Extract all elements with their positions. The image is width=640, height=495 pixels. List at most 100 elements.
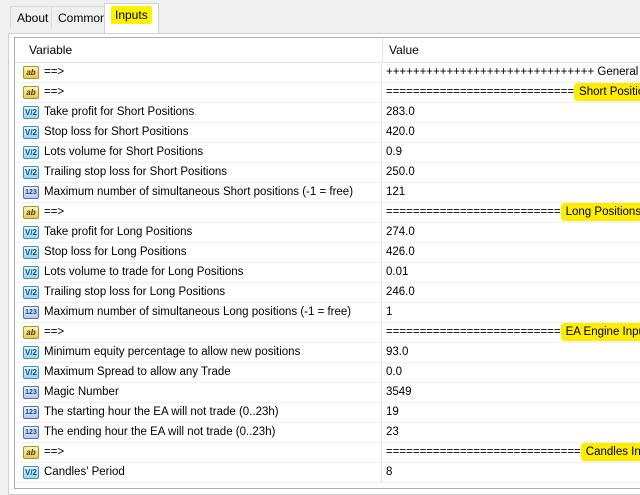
value-cell[interactable]: 0.0: [386, 366, 402, 378]
highlighted-section-label: EA Engine Inputs =: [560, 323, 640, 341]
double-type-icon: V/2: [23, 346, 39, 359]
variable-name: Trailing stop loss for Long Positions: [44, 286, 226, 298]
tab-inputs[interactable]: Inputs: [104, 3, 159, 34]
value-text: 8: [386, 466, 393, 478]
value-cell[interactable]: 121: [386, 186, 405, 198]
variable-cell: V/2 Stop loss for Short Positions: [15, 123, 382, 143]
highlighted-section-label: Candles Indicator: [580, 443, 640, 461]
table-row[interactable]: V/2 Stop loss for Long Positions 426.0: [15, 243, 640, 263]
table-row[interactable]: ab ==> ============================ Short P…: [15, 83, 640, 103]
double-type-icon: V/2: [23, 106, 39, 119]
tab-strip: About Common Inputs: [0, 0, 640, 34]
column-header-variable[interactable]: Variable: [29, 43, 72, 57]
value-text: 274.0: [386, 226, 415, 238]
value-cell[interactable]: 420.0: [386, 126, 415, 138]
value-cell[interactable]: 8: [386, 466, 392, 478]
variable-cell: 123 Magic Number: [15, 383, 382, 403]
variable-name: Magic Number: [44, 386, 119, 398]
variable-cell: ab ==>: [15, 323, 382, 343]
table-row[interactable]: V/2 Stop loss for Short Positions 420.0: [15, 123, 640, 143]
value-text: 121: [386, 186, 406, 198]
value-cell[interactable]: +++++++++++++++++++++++++++++++ General …: [386, 66, 640, 78]
column-separator[interactable]: [382, 38, 383, 62]
variable-cell: V/2 Trailing stop loss for Long Positions: [15, 283, 382, 303]
integer-type-icon: 123: [23, 406, 39, 419]
table-row[interactable]: ab ==> ========================== Long Posi…: [15, 203, 640, 223]
value-cell[interactable]: ============================ Short Positi…: [386, 83, 640, 101]
value-text: 3549: [386, 386, 412, 398]
value-text: 426.0: [386, 246, 415, 258]
tab-about[interactable]: About: [10, 6, 56, 28]
string-type-icon: ab: [23, 326, 39, 339]
table-row[interactable]: V/2 Take profit for Short Positions 283.0: [15, 103, 640, 123]
table-row[interactable]: ab ==> ============================= Candle…: [15, 443, 640, 463]
value-text: 23: [386, 426, 399, 438]
value-text: 250.0: [386, 166, 415, 178]
variable-name: ==>: [44, 206, 65, 218]
value-cell[interactable]: =============================Candles Ind…: [386, 443, 640, 461]
variable-cell: 123 The starting hour the EA will not tra…: [15, 403, 382, 423]
double-type-icon: V/2: [23, 246, 39, 259]
value-text: 0.01: [386, 266, 409, 278]
variable-cell: V/2 Minimum equity percentage to allow ne…: [15, 343, 382, 363]
value-text: =============================: [386, 446, 581, 458]
value-cell[interactable]: 246.0: [386, 286, 415, 298]
table-row[interactable]: 123 The starting hour the EA will not tra…: [15, 403, 640, 423]
variable-cell: V/2 Maximum Spread to allow any Trade: [15, 363, 382, 383]
variable-cell: V/2 Trailing stop loss for Short Position…: [15, 163, 382, 183]
value-cell[interactable]: ========================== Long Positions…: [386, 203, 640, 221]
variable-name: Take profit for Long Positions: [44, 226, 193, 238]
variable-name: Take profit for Short Positions: [44, 106, 195, 118]
value-cell[interactable]: ==========================EA Engine Inpu…: [386, 323, 640, 341]
value-cell[interactable]: 0.01: [386, 266, 408, 278]
value-cell[interactable]: 1: [386, 306, 392, 318]
double-type-icon: V/2: [23, 286, 39, 299]
table-row[interactable]: 123 The ending hour the EA will not trade…: [15, 423, 640, 443]
value-cell[interactable]: 19: [386, 406, 399, 418]
variable-name: ==>: [44, 446, 65, 458]
value-text: 0.9: [386, 146, 402, 158]
value-text: 420.0: [386, 126, 415, 138]
value-text: 0.0: [386, 366, 402, 378]
value-cell[interactable]: 23: [386, 426, 399, 438]
table-row[interactable]: V/2 Candles' Period 8: [15, 463, 640, 483]
integer-type-icon: 123: [23, 306, 39, 319]
value-cell[interactable]: 3549: [386, 386, 412, 398]
table-row[interactable]: V/2 Lots volume to trade for Long Positio…: [15, 263, 640, 283]
variable-name: ==>: [44, 326, 65, 338]
variable-cell: V/2 Candles' Period: [15, 463, 382, 483]
table-row[interactable]: V/2 Lots volume for Short Positions 0.9: [15, 143, 640, 163]
table-row[interactable]: 123 Maximum number of simultaneous Short …: [15, 183, 640, 203]
variable-cell: ab ==>: [15, 203, 382, 223]
tab-inputs-label: Inputs: [111, 6, 152, 24]
variable-name: ==>: [44, 86, 65, 98]
variable-cell: V/2 Lots volume to trade for Long Positio…: [15, 263, 382, 283]
table-row[interactable]: ab ==> ========================== EA Engine…: [15, 323, 640, 343]
double-type-icon: V/2: [23, 226, 39, 239]
double-type-icon: V/2: [23, 166, 39, 179]
double-type-icon: V/2: [23, 266, 39, 279]
value-cell[interactable]: 93.0: [386, 346, 408, 358]
highlighted-section-label: Short Positions Inpu: [574, 83, 640, 101]
table-row[interactable]: 123 Maximum number of simultaneous Long p…: [15, 303, 640, 323]
table-row[interactable]: 123 Magic Number 3549: [15, 383, 640, 403]
table-row[interactable]: V/2 Maximum Spread to allow any Trade 0.0: [15, 363, 640, 383]
variable-cell: V/2 Lots volume for Short Positions: [15, 143, 382, 163]
value-text: 19: [386, 406, 399, 418]
column-header-value[interactable]: Value: [389, 43, 419, 57]
value-cell[interactable]: 283.0: [386, 106, 415, 118]
table-row[interactable]: V/2 Minimum equity percentage to allow ne…: [15, 343, 640, 363]
table-row[interactable]: V/2 Trailing stop loss for Short Position…: [15, 163, 640, 183]
table-row[interactable]: V/2 Take profit for Long Positions 274.0: [15, 223, 640, 243]
double-type-icon: V/2: [23, 466, 39, 479]
value-text: ==========================: [386, 326, 561, 338]
value-cell[interactable]: 250.0: [386, 166, 415, 178]
table-row[interactable]: V/2 Trailing stop loss for Long Positions…: [15, 283, 640, 303]
value-cell[interactable]: 0.9: [386, 146, 402, 158]
value-text: ============================: [386, 86, 575, 98]
value-cell[interactable]: 274.0: [386, 226, 415, 238]
string-type-icon: ab: [23, 446, 39, 459]
variable-cell: ab ==>: [15, 443, 382, 463]
table-row[interactable]: ab ==> +++++++++++++++++++++++++++++++ Gen…: [15, 63, 640, 83]
value-cell[interactable]: 426.0: [386, 246, 415, 258]
